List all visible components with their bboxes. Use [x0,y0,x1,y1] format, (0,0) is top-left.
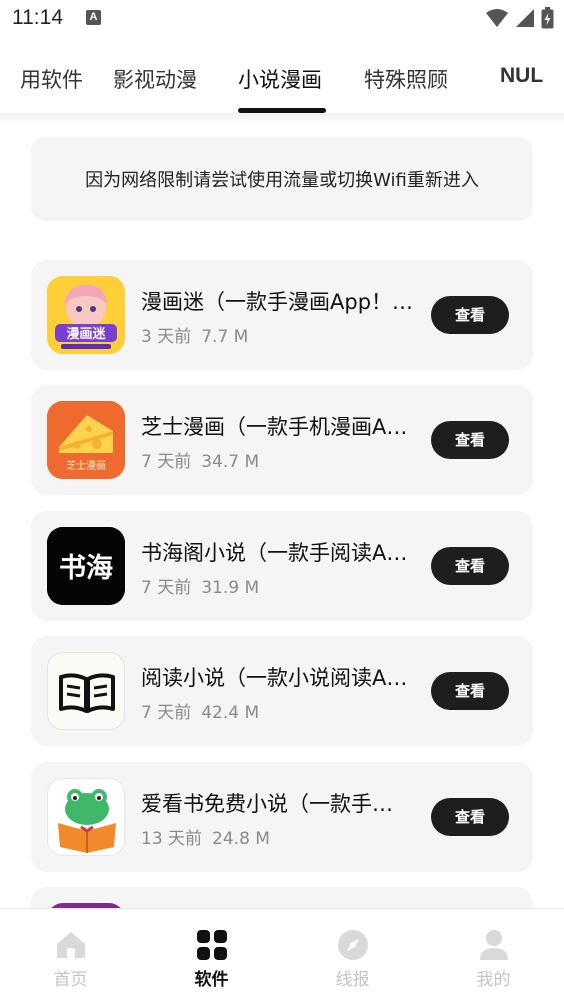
shuhai-icon: 书海 [47,527,125,605]
apps-grid-icon [197,930,227,960]
tab-nul[interactable]: NUL [500,64,543,88]
tabs-divider [0,113,564,125]
app-updated: 13 天前 [141,829,203,849]
view-button[interactable]: 查看 [431,547,509,585]
view-button[interactable]: 查看 [431,421,509,459]
app-card[interactable]: 书海 书海阁小说（一款手阅读A… 7 天前 31.9 M 查看 [31,511,533,621]
bottom-nav: 首页 软件 线报 我的 [0,908,564,1004]
status-icons [485,6,554,30]
tab-film-anime[interactable]: 影视动漫 [113,64,197,94]
app-updated: 7 天前 [141,452,192,472]
app-size: 7.7 M [201,327,249,347]
app-size: 24.8 M [212,829,270,849]
app-updated: 7 天前 [141,578,192,598]
nav-home-label: 首页 [53,970,88,990]
nav-mine[interactable]: 我的 [423,909,564,1004]
user-icon [480,930,508,960]
nav-mine-label: 我的 [476,970,511,990]
app-size: 34.7 M [201,452,260,472]
app-screen: 11:14 A 用软件 影视动漫 小说漫画 特殊照顾 NUL 因为网络限制请尝试… [0,0,564,1004]
nav-software-label: 软件 [194,970,229,990]
home-icon [57,932,85,958]
status-bar: 11:14 A [0,0,564,38]
battery-icon [541,7,554,29]
cheese-icon: 芝士漫画 [47,401,125,479]
cellular-signal-icon [516,9,534,27]
app-size: 31.9 M [201,578,260,598]
app-card[interactable]: 芝士漫画 芝士漫画（一款手机漫画A… 7 天前 34.7 M 查看 [31,385,533,495]
svg-text:书海: 书海 [59,553,113,584]
app-size: 42.4 M [201,703,260,723]
tab-special[interactable]: 特殊照顾 [364,64,448,94]
app-meta: 7 天前 31.9 M [141,573,259,598]
compass-icon [338,930,368,960]
open-book-icon [47,652,125,730]
view-button[interactable]: 查看 [431,798,509,836]
app-card[interactable]: 阅读小说（一款小说阅读A… 7 天前 42.4 M 查看 [31,636,533,746]
app-name: 书海阁小说（一款手阅读A… [141,541,408,565]
category-tabs: 用软件 影视动漫 小说漫画 特殊照顾 NUL [0,52,564,116]
app-card[interactable]: 爱看书免费小说（一款手… 13 天前 24.8 M 查看 [31,762,533,872]
app-meta: 7 天前 34.7 M [141,447,259,472]
app-name: 阅读小说（一款小说阅读A… [141,666,408,690]
app-meta: 3 天前 7.7 M [141,322,248,347]
svg-text:芝士漫画: 芝士漫画 [66,459,106,472]
app-updated: 7 天前 [141,703,192,723]
network-notice: 因为网络限制请尝试使用流量或切换Wifi重新进入 [31,137,533,221]
app-card[interactable]: 漫画迷 漫画迷（一款手漫画App！… 3 天前 7.7 M 查看 [31,260,533,370]
app-name: 漫画迷（一款手漫画App！… [141,290,414,314]
app-name: 爱看书免费小说（一款手… [141,792,393,816]
nav-home[interactable]: 首页 [0,909,141,1004]
notification-a-icon: A [86,10,101,25]
status-time: 11:14 [12,6,63,29]
manhuami-icon: 漫画迷 [47,276,125,354]
wifi-icon [486,9,508,27]
app-meta: 13 天前 24.8 M [141,824,270,849]
frog-book-icon [47,778,125,856]
app-name: 芝士漫画（一款手机漫画A… [141,415,408,439]
nav-deals[interactable]: 线报 [282,909,423,1004]
view-button[interactable]: 查看 [431,672,509,710]
tab-software[interactable]: 用软件 [20,64,83,94]
nav-deals-label: 线报 [335,970,370,990]
view-button[interactable]: 查看 [431,296,509,334]
svg-text:漫画迷: 漫画迷 [66,326,106,342]
nav-software[interactable]: 软件 [141,909,282,1004]
tab-novel-comic[interactable]: 小说漫画 [238,64,322,94]
app-meta: 7 天前 42.4 M [141,698,259,723]
app-updated: 3 天前 [141,327,192,347]
